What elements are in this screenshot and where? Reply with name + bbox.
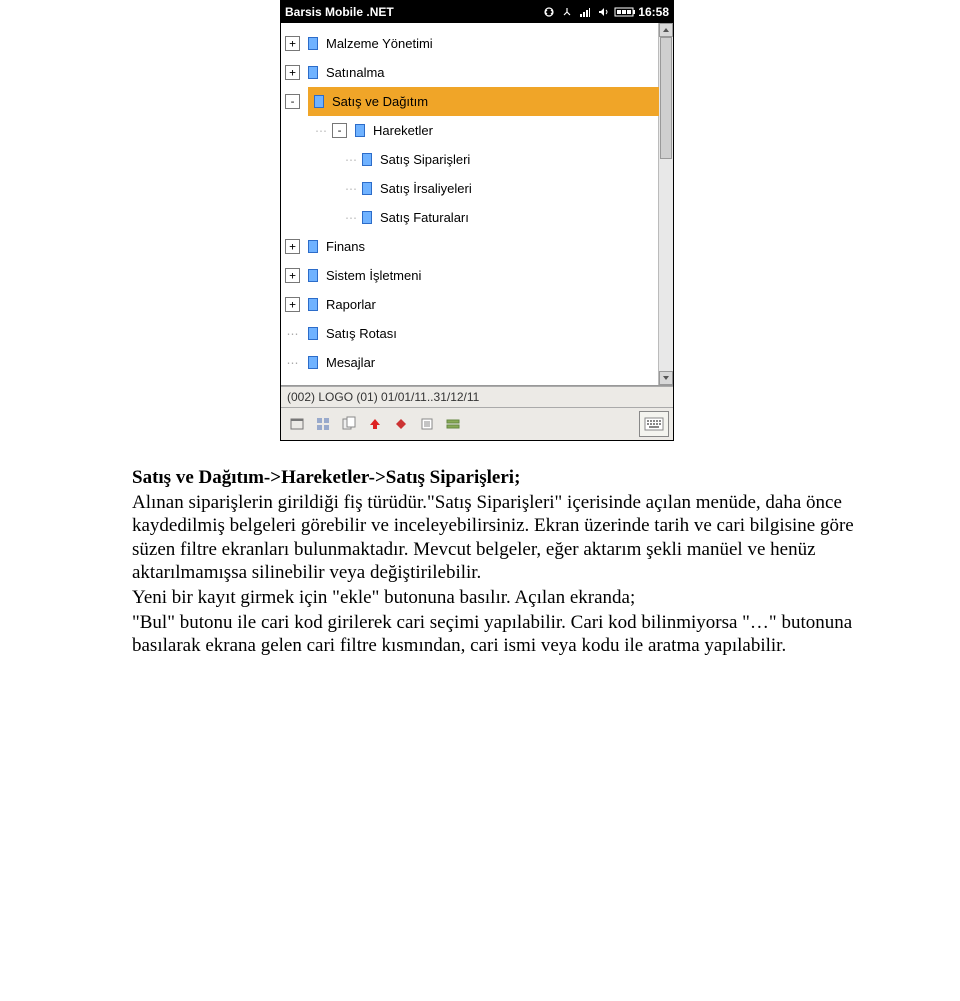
folder-icon [362, 182, 372, 195]
folder-icon [308, 66, 318, 79]
tree-connector: ⋯ [345, 211, 358, 225]
tree-item[interactable]: + Raporlar [281, 290, 673, 319]
heading-path: Satış ve Dağıtım->Hareketler->Satış Sipa… [132, 466, 870, 489]
status-bar: (002) LOGO (01) 01/01/11..31/12/11 [281, 386, 673, 408]
paragraph-body-1: Alınan siparişlerin girildiği fiş türüdü… [132, 492, 854, 583]
tree-item[interactable]: ⋯ Satış Rotası [281, 319, 673, 348]
paragraph-line-3: Yeni bir kayıt girmek için "ekle" butonu… [132, 586, 870, 609]
signal-icon [578, 5, 592, 19]
status-text: (002) LOGO (01) 01/01/11..31/12/11 [287, 390, 479, 404]
folder-icon [308, 269, 318, 282]
tree-item[interactable]: ⋯ Satış Siparişleri [281, 145, 673, 174]
volume-icon [596, 5, 610, 19]
tree-item-label: Satış İrsaliyeleri [380, 181, 472, 196]
tree-item[interactable]: - Satış ve Dağıtım [281, 87, 673, 116]
tree-item[interactable]: ⋯- Hareketler [281, 116, 673, 145]
tree-item[interactable]: ⋯ Mesajlar [281, 348, 673, 377]
folder-icon [308, 327, 318, 340]
tree-item-label: Hareketler [373, 123, 433, 138]
tree-item[interactable]: ⋯ Satış İrsaliyeleri [281, 174, 673, 203]
tree-connector: ⋯ [345, 153, 358, 167]
bottom-toolbar [281, 408, 673, 440]
toolbar-button-2[interactable] [311, 412, 335, 436]
toolbar-up-icon[interactable] [363, 412, 387, 436]
folder-icon [308, 298, 318, 311]
tree-connector: ⋯ [315, 124, 328, 138]
tree-item-label: Raporlar [326, 297, 376, 312]
folder-icon [308, 37, 318, 50]
tree-item[interactable]: + Finans [281, 232, 673, 261]
toolbar-button-7[interactable] [441, 412, 465, 436]
battery-icon [614, 5, 636, 19]
collapse-icon[interactable]: - [332, 123, 347, 138]
tree-connector: ⋯ [345, 182, 358, 196]
tree-item-label: Satınalma [326, 65, 385, 80]
collapse-icon[interactable]: - [285, 94, 300, 109]
tree-item-label: Satış Rotası [326, 326, 397, 341]
folder-icon [314, 95, 324, 108]
clock-time: 16:58 [636, 5, 669, 19]
tree-item-label: Finans [326, 239, 365, 254]
paragraph-line-4: "Bul" butonu ile cari kod girilerek cari… [132, 612, 852, 656]
menu-tree: + Malzeme Yönetimi + Satınalma - Satış ve Dağ… [281, 23, 673, 386]
tree-item[interactable]: ⋯ Satış Faturaları [281, 203, 673, 232]
tree-item-label: Malzeme Yönetimi [326, 36, 433, 51]
folder-icon [362, 153, 372, 166]
tree-item-label: Satış Faturaları [380, 210, 469, 225]
toolbar-button-3[interactable] [337, 412, 361, 436]
expand-icon[interactable]: + [285, 297, 300, 312]
toolbar-diamond-icon[interactable] [389, 412, 413, 436]
tree-item-label: Sistem İşletmeni [326, 268, 421, 283]
toolbar-button-1[interactable] [285, 412, 309, 436]
tree-item-label: Satış ve Dağıtım [332, 94, 428, 109]
folder-icon [308, 356, 318, 369]
status-icons [542, 5, 636, 19]
keyboard-button[interactable] [639, 411, 669, 437]
folder-icon [308, 240, 318, 253]
expand-icon[interactable]: + [285, 239, 300, 254]
mobile-device-screenshot: Barsis Mobile .NET 16:58 [280, 0, 674, 441]
tree-item[interactable]: + Satınalma [281, 58, 673, 87]
document-text: Satış ve Dağıtım->Hareketler->Satış Sipa… [90, 466, 870, 657]
tree-item-label: Mesajlar [326, 355, 375, 370]
app-title: Barsis Mobile .NET [285, 5, 394, 19]
tree-item[interactable]: + Malzeme Yönetimi [281, 29, 673, 58]
folder-icon [355, 124, 365, 137]
sync-icon [542, 5, 556, 19]
tree-leaf-marker: ⋯ [285, 356, 300, 370]
toolbar-button-6[interactable] [415, 412, 439, 436]
folder-icon [362, 211, 372, 224]
expand-icon[interactable]: + [285, 268, 300, 283]
tree-item[interactable]: + Sistem İşletmeni [281, 261, 673, 290]
tree-leaf-marker: ⋯ [285, 327, 300, 341]
expand-icon[interactable]: + [285, 36, 300, 51]
network-icon [560, 5, 574, 19]
titlebar: Barsis Mobile .NET 16:58 [281, 1, 673, 23]
expand-icon[interactable]: + [285, 65, 300, 80]
tree-item-label: Satış Siparişleri [380, 152, 470, 167]
